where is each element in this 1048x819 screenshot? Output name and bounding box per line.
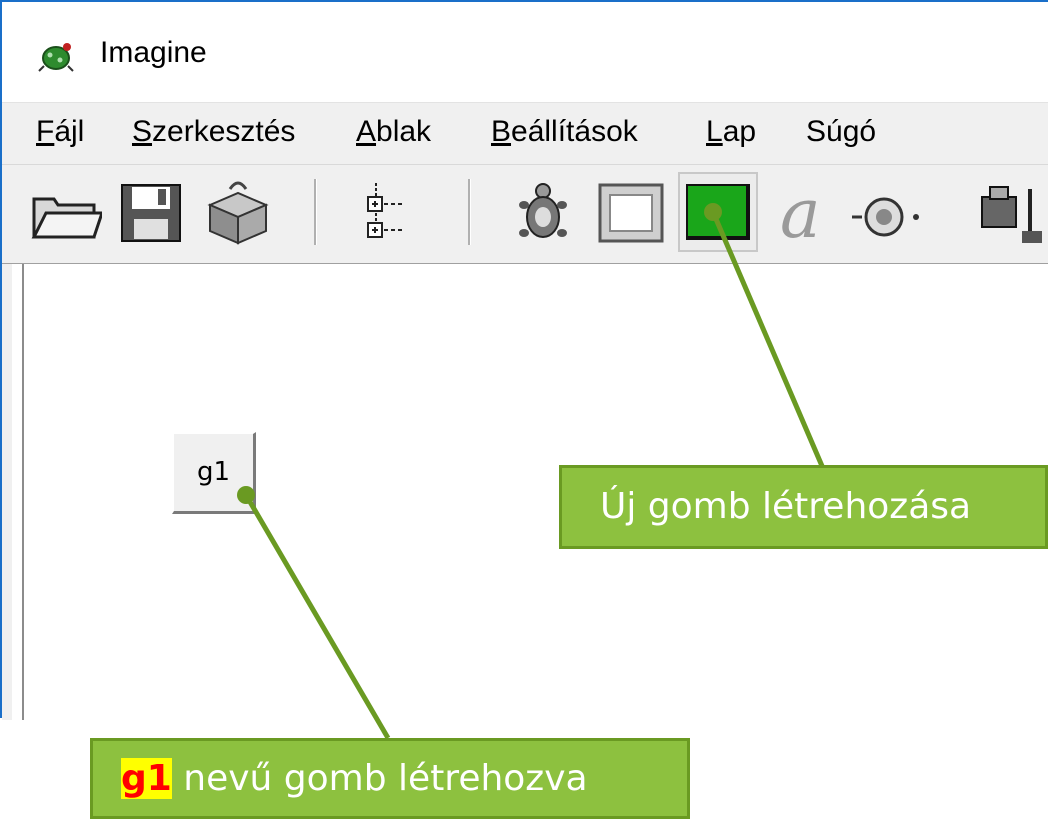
new-button-icon — [686, 184, 750, 240]
tree-icon[interactable] — [342, 175, 416, 249]
svg-text:a: a — [780, 175, 821, 249]
ladybug-app-icon — [38, 43, 74, 72]
callout-highlight-g1: g1 — [121, 758, 172, 799]
menu-szerkesztes[interactable]: Szerkesztés — [132, 115, 295, 149]
toolbar-separator — [314, 179, 317, 245]
callout-new-button-text: Új gomb létrehozása — [600, 486, 972, 527]
callout-new-button: Új gomb létrehozása — [559, 465, 1048, 549]
panel-icon[interactable] — [594, 175, 668, 249]
text-a-icon[interactable]: a — [772, 175, 846, 249]
callout-button-created: g1 nevű gomb létrehozva — [90, 738, 690, 819]
toolbar-separator — [468, 179, 471, 245]
menu-beallitasok[interactable]: Beállítások — [491, 115, 638, 149]
canvas-border — [22, 264, 24, 720]
callout-created-text: nevű gomb létrehozva — [171, 758, 588, 799]
save-disk-icon[interactable] — [114, 175, 188, 249]
camera-icon[interactable] — [978, 175, 1048, 249]
slider-icon[interactable] — [848, 175, 922, 249]
app-window: Imagine Fájl Szerkesztés Ablak Beállítás… — [0, 0, 1048, 720]
menu-sugo[interactable]: Súgó — [806, 115, 876, 149]
toolbar: a — [2, 164, 1048, 265]
menu-lap[interactable]: Lap — [706, 115, 756, 149]
menu-ablak[interactable]: Ablak — [356, 115, 431, 149]
package-icon[interactable] — [200, 175, 274, 249]
turtle-icon[interactable] — [506, 175, 580, 249]
menu-fajl[interactable]: Fájl — [36, 115, 84, 149]
menu-bar: Fájl Szerkesztés Ablak Beállítások Lap S… — [2, 102, 1048, 165]
title-bar: Imagine — [2, 2, 1048, 100]
open-folder-icon[interactable] — [28, 175, 102, 249]
window-title: Imagine — [100, 36, 207, 69]
g1-button[interactable]: g1 — [172, 432, 256, 514]
new-button-tool[interactable] — [678, 172, 758, 252]
